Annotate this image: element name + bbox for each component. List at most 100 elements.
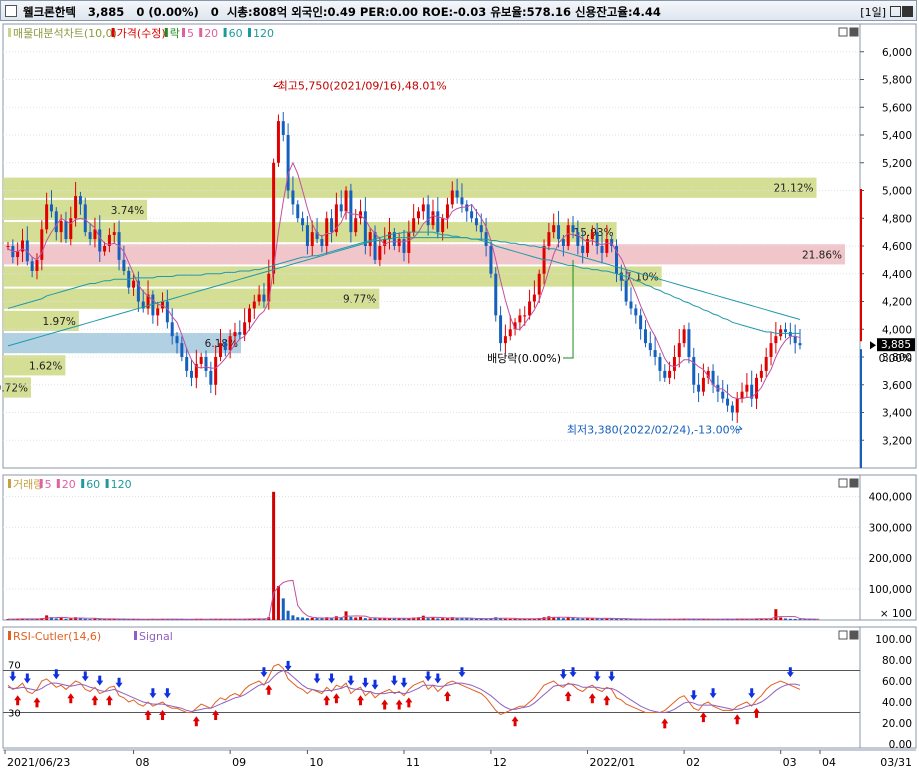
candle-body [687,329,691,357]
volume-bar [368,618,372,620]
candle-body [64,221,68,240]
price-tick-label: 3,200 [882,435,912,447]
candle-body [373,232,377,260]
candle-body [532,294,536,302]
volume-bar [305,618,309,620]
volume-profile-bar [3,244,845,265]
candle-body [320,239,324,246]
candle-body [745,384,749,392]
candle-body [692,357,696,385]
rsi-tick-label: 80.00 [882,655,912,667]
candle-body [30,261,34,271]
candle-body [175,336,179,344]
volume-bar [59,617,63,620]
low-annotation: 최저3,380(2022/02/24),-13.00% [567,423,740,436]
candle-body [204,357,208,371]
candle-body [634,308,638,316]
rsi-tick-label: 20.00 [882,718,912,730]
candle-body [494,273,498,316]
candle-body [663,370,667,378]
volume-panel-restore-icon [838,478,848,488]
price-legend-item: 가격(수정) [117,27,166,40]
volume-profile-label: 9.77% [343,294,376,306]
price-legend-item: 락 [170,27,180,40]
candle-body [223,343,227,351]
rsi-lower-label: 30 [8,709,21,720]
price-legend-item: 120 [253,27,274,40]
candle-body [132,280,136,288]
candle-body [228,336,232,351]
candle-body [209,370,213,385]
price-tick-label: 5,400 [882,130,912,142]
candle-body [658,357,662,371]
volume-profile-bar [3,288,380,309]
candle-body [54,211,58,233]
volume-tick-label: 400,000 [869,491,912,503]
candle-body [455,190,459,198]
candle-body [774,336,778,344]
rsi-legend-item: RSI-Cutler(14,6) [13,630,101,643]
x-tick-label: 08 [136,756,150,769]
volume-bar [503,618,507,620]
volume-bar [310,617,314,620]
candle-body [170,322,174,337]
legend-swatch [8,28,11,37]
volume-profile-label: 1.62% [29,360,62,372]
price-legend-item: 60 [229,27,243,40]
volume-profile-label: 21.12% [773,183,813,195]
candle-body [431,211,435,226]
volume-bar [465,618,469,620]
dividend-annotation: 배당락(0.00%) [487,352,561,365]
price-panel-close-icon [849,27,859,37]
stock-chart[interactable]: 0.72%1.62%6.18%1.97%9.77%17.10%21.86%15.… [0,0,919,776]
candle-body [233,332,237,337]
volume-bar [373,618,377,620]
legend-swatch [134,631,137,640]
volume-bar [784,618,788,620]
candle-body [78,196,82,205]
legend-swatch [223,28,227,37]
volume-bar [774,609,778,620]
volume-bar [291,615,295,620]
volume-bar [576,618,580,620]
volume-bar [349,616,353,620]
volume-tick-label: 200,000 [869,553,912,565]
candle-body [668,370,672,378]
candle-body [755,377,759,399]
candle-body [291,190,295,205]
candle-body [281,121,285,135]
volume-bar [315,618,319,620]
candle-body [330,218,334,233]
candle-body [581,246,585,253]
x-tick-label: 11 [406,756,420,769]
candle-body [49,204,53,212]
volume-bar [436,618,440,620]
candle-body [726,398,730,406]
rsi-panel-close-icon [849,630,859,640]
volume-profile-bar [3,177,817,198]
volume-bar [557,617,561,620]
volume-bar [88,619,92,620]
candle-body [450,190,454,205]
candle-body [784,329,788,333]
volume-bar [378,618,382,620]
volume-bar [788,618,792,620]
legend-swatch [182,28,185,37]
candle-body [305,225,309,246]
candle-body [788,332,792,337]
x-tick-label: 12 [493,756,507,769]
volume-bar [431,617,435,620]
volume-panel-close-icon [849,478,859,488]
candle-body [257,294,261,302]
candle-body [199,357,203,364]
candle-body [576,232,580,246]
price-tick-label: 4,800 [882,213,912,225]
volume-panel-frame [2,474,861,621]
candle-body [779,329,783,337]
volume-bar [320,618,324,620]
x-tick-label: 09 [232,756,246,769]
volume-legend-item: 5 [45,478,52,491]
x-tick-label: 2021/06/23 [7,756,70,769]
candle-body [368,232,372,246]
price-tick-label: 5,200 [882,158,912,170]
